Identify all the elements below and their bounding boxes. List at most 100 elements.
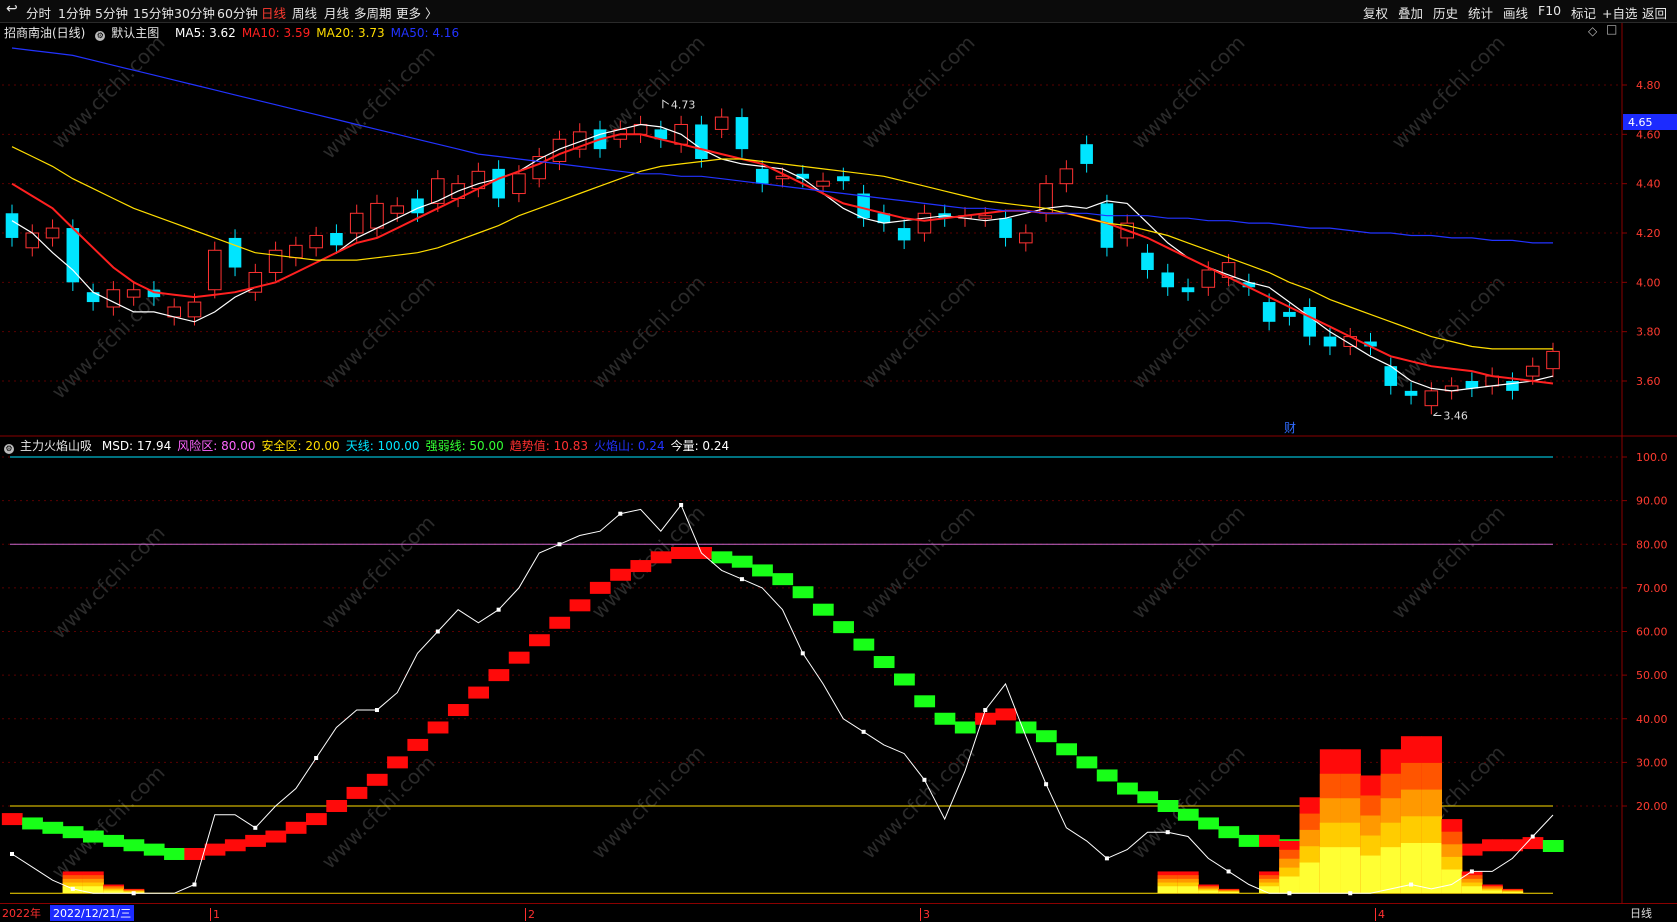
chart-canvas[interactable]: www.cfchi.com www.cfchi.com www.cfchi.com w… <box>0 0 1677 921</box>
trend-block-up <box>549 616 571 629</box>
msd-point <box>983 708 988 713</box>
flame-bar-segment <box>62 871 84 894</box>
trend-block-up <box>224 839 246 852</box>
flame-bar-segment <box>1258 886 1280 894</box>
msd-point <box>1530 834 1535 839</box>
flame-bar-segment <box>1421 762 1442 894</box>
msd-point <box>1104 856 1109 861</box>
indicator-value: 趋势值: 10.83 <box>509 439 588 453</box>
period-tab[interactable]: 5分钟 <box>95 3 128 22</box>
candle-body-down <box>1404 390 1418 396</box>
period-tab[interactable]: 60分钟 <box>217 3 258 22</box>
period-tab[interactable]: 日线 <box>261 3 286 22</box>
trend-block-down <box>1056 743 1078 756</box>
period-tab[interactable]: 周线 <box>292 3 317 22</box>
toolbar-action[interactable]: 返回 <box>1642 3 1667 22</box>
trend-block-down <box>772 573 794 586</box>
candle-body-up <box>775 175 790 180</box>
trend-block-up <box>1299 839 1321 852</box>
candle-body-down <box>411 198 424 214</box>
period-tab[interactable]: 1分钟 <box>58 3 91 22</box>
period-label[interactable]: 日线 <box>1630 905 1652 921</box>
candle-body-down <box>1141 252 1154 270</box>
indicator-chart <box>1 456 1564 896</box>
flame-bar-segment <box>1340 749 1361 894</box>
period-tab[interactable]: 15分钟 <box>133 3 174 22</box>
toolbar-action[interactable]: 历史 <box>1433 3 1458 22</box>
period-tab[interactable]: 分时 <box>26 3 51 22</box>
indicator-tick-label: 70.00 <box>1636 582 1668 595</box>
period-tab[interactable]: 多周期 <box>354 3 392 22</box>
trend-block-down <box>914 695 936 708</box>
flame-bar-segment <box>1340 822 1361 894</box>
flame-bar-segment <box>1441 819 1463 894</box>
candle-body-up <box>1525 365 1540 377</box>
toolbar-action[interactable]: 复权 <box>1363 3 1388 22</box>
toolbar-action[interactable]: +自选 <box>1602 3 1637 22</box>
trend-block-down <box>833 621 854 634</box>
trend-block-down <box>1157 800 1179 812</box>
toolbar-action[interactable]: 统计 <box>1468 3 1493 22</box>
candle-body-up <box>816 180 830 187</box>
indicator-tick-label: 60.00 <box>1636 626 1668 639</box>
flame-bar-segment <box>1502 891 1524 894</box>
ma-value: MA10: 3.59 <box>241 26 311 40</box>
template-toggle[interactable]: ⚙ 默认主图 <box>95 26 165 41</box>
watermark-text: www.cfchi.com <box>317 271 440 394</box>
trend-block-down <box>1400 843 1422 856</box>
flame-bar-segment <box>1319 822 1341 894</box>
trend-block-down <box>853 638 875 651</box>
candle-body-down <box>877 213 891 224</box>
grid-lines <box>0 23 1677 903</box>
watermark-text: www.cfchi.com <box>857 31 980 154</box>
trend-block-up <box>427 721 449 734</box>
trend-block-down <box>894 673 915 686</box>
period-tab[interactable]: 更多 〉 <box>396 3 437 22</box>
msd-point <box>435 629 440 634</box>
indicator-settings-icon[interactable]: ⚙ <box>4 444 14 454</box>
toolbar-action[interactable]: 叠加 <box>1398 3 1423 22</box>
watermark-text: www.cfchi.com <box>1127 31 1250 154</box>
flame-bar-segment <box>1380 847 1402 894</box>
flame-bar-segment <box>1157 878 1179 894</box>
toolbar-action[interactable]: 画线 <box>1503 3 1528 22</box>
candle-body-down <box>1465 381 1479 389</box>
indicator-tick-label: 20.00 <box>1636 800 1668 813</box>
flame-bar-segment <box>1441 856 1463 894</box>
flame-bar-segment <box>62 878 84 894</box>
candle-body-down <box>1303 307 1316 337</box>
trend-block-up <box>326 800 348 812</box>
toolbar-action[interactable]: 标记 <box>1571 3 1596 22</box>
flame-bar-segment <box>1198 888 1219 894</box>
trend-block-down <box>1076 756 1098 769</box>
toolbar-action[interactable]: F10 <box>1538 3 1561 18</box>
flame-bar-segment <box>1218 888 1240 894</box>
ma-value: MA20: 3.73 <box>316 26 385 40</box>
flame-bar-segment <box>82 875 104 894</box>
flame-bar-segment <box>1502 891 1524 894</box>
trend-block-up <box>387 756 408 769</box>
watermark-text: www.cfchi.com <box>317 41 440 164</box>
trend-block-up <box>306 813 327 826</box>
flame-bar-segment <box>1502 889 1524 894</box>
flame-bar-segment <box>1461 882 1483 894</box>
candle-body-up <box>958 215 972 219</box>
trend-block-down <box>1198 817 1219 830</box>
diamond-icon[interactable]: ◇ <box>1588 24 1597 38</box>
minimize-icon[interactable]: □ <box>1606 22 1617 36</box>
msd-point <box>1469 869 1474 874</box>
trend-block-down <box>62 826 84 839</box>
period-tab[interactable]: 30分钟 <box>174 3 215 22</box>
flame-bar-segment <box>1157 871 1179 894</box>
period-tab[interactable]: 月线 <box>324 3 349 22</box>
candle-body-up <box>126 289 141 298</box>
trend-block-down <box>82 830 104 843</box>
candle-body-up <box>207 249 222 291</box>
msd-point <box>922 777 927 782</box>
msd-point <box>496 607 501 612</box>
trend-block-down <box>711 551 733 564</box>
flame-bar-segment <box>1198 890 1219 894</box>
back-arrow-icon[interactable]: ↩ <box>6 1 18 17</box>
msd-point <box>314 756 319 761</box>
main-chart-legend: 招商南油(日线) ⚙ 默认主图 MA5: 3.62 MA10: 3.59 MA20: … <box>4 24 471 41</box>
